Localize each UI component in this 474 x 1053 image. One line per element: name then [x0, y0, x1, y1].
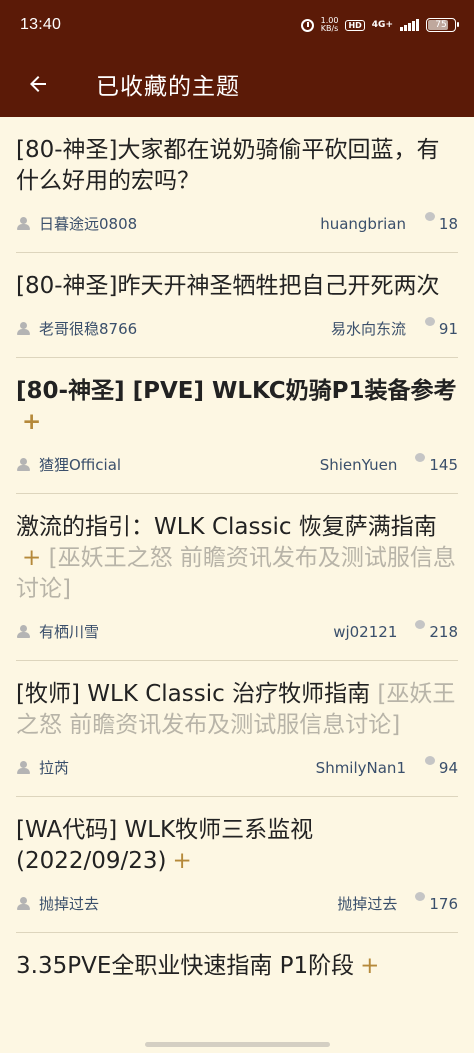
app-root: 13:40 1.00 KB/s HD 4G+ 75 已收藏的主题 [80-神圣]…: [0, 0, 474, 1053]
reply-count-value: 91: [438, 319, 458, 338]
topic-title-line: [80-神圣] [PVE] WLKC奶骑P1装备参考 +: [16, 358, 458, 438]
battery-icon: 75: [426, 18, 459, 32]
reply-count: 176: [415, 892, 458, 913]
reply-count-value: 94: [438, 758, 458, 777]
topic-title: 激流的指引：WLK Classic 恢复萨满指南: [16, 514, 437, 540]
comment-bubble-icon: [424, 756, 435, 765]
battery-level: 75: [435, 20, 447, 30]
topic-meta: 有栖川雪 wj02121 218: [16, 605, 458, 660]
home-indicator[interactable]: [145, 1042, 330, 1047]
reply-count-value: 145: [429, 455, 458, 474]
last-replier: ShmilyNan1: [315, 758, 406, 777]
hd-icon: HD: [345, 19, 365, 31]
topic-author: 猹狸Official: [16, 454, 121, 475]
last-replier: wj02121: [333, 622, 398, 641]
topic-author: 日暮途远0808: [16, 213, 137, 234]
topic-item[interactable]: [WA代码] WLK牧师三系监视(2022/09/23) + 抛掉过去 抛掉过去 176: [16, 797, 458, 933]
author-name: 有栖川雪: [39, 623, 100, 641]
topic-meta: 拉芮 ShmilyNan1 94: [16, 741, 458, 796]
top-bar: 13:40 1.00 KB/s HD 4G+ 75 已收藏的主题: [0, 0, 474, 117]
plus-icon: +: [360, 953, 380, 979]
reply-count: 94: [424, 756, 458, 777]
person-icon: [16, 322, 31, 335]
page-title: 已收藏的主题: [96, 73, 240, 100]
person-icon: [16, 458, 31, 471]
status-icons: 1.00 KB/s HD 4G+ 75: [300, 17, 459, 33]
comment-bubble-icon: [415, 453, 426, 462]
topic-forum: [巫妖王之怒 前瞻资讯发布及测试服信息讨论]: [16, 545, 456, 602]
topic-title-line: [牧师] WLK Classic 治疗牧师指南 [巫妖王之怒 前瞻资讯发布及测试…: [16, 661, 458, 741]
comment-bubble-icon: [415, 620, 426, 629]
reply-count-value: 218: [429, 622, 458, 641]
reply-count: 18: [424, 212, 458, 233]
topic-item[interactable]: 3.35PVE全职业快速指南 P1阶段 +: [16, 933, 458, 982]
arrow-left-icon: [30, 75, 46, 92]
topic-meta: 日暮途远0808 huangbrian 18: [16, 197, 458, 252]
topic-title: [牧师] WLK Classic 治疗牧师指南: [16, 681, 371, 707]
topic-list: [80-神圣]大家都在说奶骑偷平砍回蓝，有什么好用的宏吗？ 日暮途远0808 hua…: [0, 117, 474, 982]
reply-count: 91: [424, 317, 458, 338]
topic-title: [80-神圣]昨天开神圣牺牲把自己开死两次: [16, 273, 440, 299]
plus-icon: +: [172, 848, 192, 874]
reply-count: 145: [415, 453, 458, 474]
author-name: 猹狸Official: [39, 456, 122, 474]
topic-title-line: [80-神圣]大家都在说奶骑偷平砍回蓝，有什么好用的宏吗？: [16, 117, 458, 197]
network-speed-unit: KB/s: [320, 24, 339, 33]
alarm-icon: [300, 18, 314, 32]
topic-title: [WA代码] WLK牧师三系监视(2022/09/23): [16, 817, 314, 874]
last-replier: huangbrian: [320, 214, 406, 233]
network-type: 4G+: [371, 20, 393, 30]
last-replier: ShienYuen: [319, 455, 398, 474]
app-bar: 已收藏的主题: [0, 50, 474, 117]
topic-author: 老哥很稳8766: [16, 318, 137, 339]
topic-item[interactable]: [80-神圣]昨天开神圣牺牲把自己开死两次老哥很稳8766 易水向东流 91: [16, 253, 458, 358]
status-time: 13:40: [20, 16, 62, 33]
topic-title-line: [WA代码] WLK牧师三系监视(2022/09/23) +: [16, 797, 458, 877]
last-replier: 抛掉过去: [337, 895, 398, 913]
topic-author: 有栖川雪: [16, 621, 99, 642]
topic-item[interactable]: 激流的指引：WLK Classic 恢复萨满指南 + [巫妖王之怒 前瞻资讯发布及…: [16, 494, 458, 661]
topic-item[interactable]: [80-神圣] [PVE] WLKC奶骑P1装备参考 + 猹狸Official Shi…: [16, 358, 458, 494]
topic-meta: 猹狸Official ShienYuen 145: [16, 438, 458, 493]
topic-title-line: 激流的指引：WLK Classic 恢复萨满指南 + [巫妖王之怒 前瞻资讯发布及…: [16, 494, 458, 605]
author-name: 拉芮: [39, 759, 70, 777]
topic-meta: 抛掉过去 抛掉过去 176: [16, 877, 458, 932]
plus-icon: +: [22, 545, 42, 571]
topic-item[interactable]: [牧师] WLK Classic 治疗牧师指南 [巫妖王之怒 前瞻资讯发布及测试…: [16, 661, 458, 797]
author-name: 抛掉过去: [39, 895, 100, 913]
reply-count-value: 18: [438, 214, 458, 233]
person-icon: [16, 625, 31, 638]
topic-author: 拉芮: [16, 757, 69, 778]
topic-title: [80-神圣]大家都在说奶骑偷平砍回蓝，有什么好用的宏吗？: [16, 137, 440, 194]
topic-title-line: [80-神圣]昨天开神圣牺牲把自己开死两次: [16, 253, 458, 302]
reply-count-value: 176: [429, 894, 458, 913]
topic-meta: 老哥很稳8766 易水向东流 91: [16, 302, 458, 357]
author-name: 日暮途远0808: [39, 215, 138, 233]
plus-icon: +: [22, 409, 42, 435]
signal-icon: [400, 19, 419, 31]
last-replier: 易水向东流: [330, 320, 406, 338]
topic-title: [80-神圣] [PVE] WLKC奶骑P1装备参考: [16, 378, 457, 404]
topic-item[interactable]: [80-神圣]大家都在说奶骑偷平砍回蓝，有什么好用的宏吗？ 日暮途远0808 hua…: [16, 117, 458, 253]
topic-title: 3.35PVE全职业快速指南 P1阶段: [16, 953, 355, 979]
comment-bubble-icon: [424, 212, 435, 221]
person-icon: [16, 217, 31, 230]
topic-title-line: 3.35PVE全职业快速指南 P1阶段 +: [16, 933, 458, 982]
back-button[interactable]: [0, 50, 76, 117]
network-speed: 1.00 KB/s: [321, 17, 339, 33]
author-name: 老哥很稳8766: [39, 320, 138, 338]
topic-author: 抛掉过去: [16, 893, 99, 914]
comment-bubble-icon: [415, 892, 426, 901]
person-icon: [16, 761, 31, 774]
status-bar: 13:40 1.00 KB/s HD 4G+ 75: [0, 0, 474, 50]
comment-bubble-icon: [424, 317, 435, 326]
reply-count: 218: [415, 620, 458, 641]
person-icon: [16, 897, 31, 910]
